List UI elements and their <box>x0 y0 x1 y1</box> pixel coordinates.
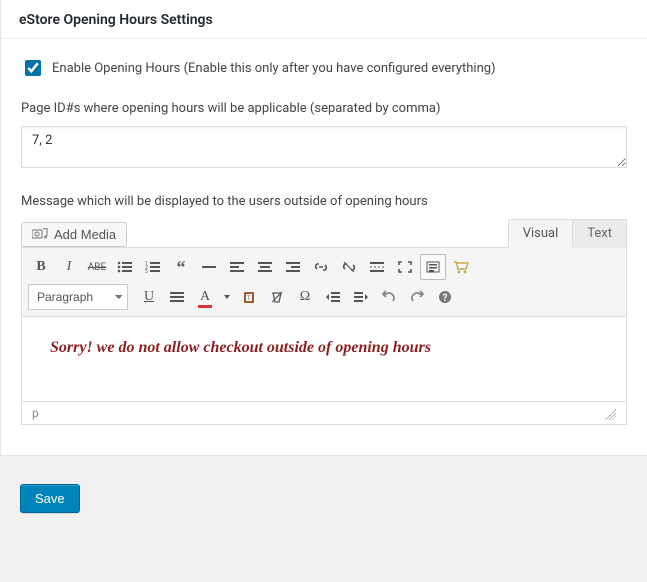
hr-icon[interactable] <box>196 254 222 280</box>
svg-text:?: ? <box>443 293 448 304</box>
fullscreen-icon[interactable] <box>392 254 418 280</box>
tab-visual-label: Visual <box>523 226 559 241</box>
panel-title: eStore Opening Hours Settings <box>1 0 647 39</box>
closed-message-text: Sorry! we do not allow checkout outside … <box>50 339 598 357</box>
svg-text:3: 3 <box>145 269 148 274</box>
underline-icon[interactable]: U <box>136 284 162 310</box>
settings-panel: eStore Opening Hours Settings Enable Ope… <box>0 0 647 456</box>
align-justify-icon[interactable] <box>164 284 190 310</box>
insert-more-icon[interactable] <box>364 254 390 280</box>
bold-icon[interactable]: B <box>28 254 54 280</box>
resize-grip-icon[interactable] <box>602 406 616 420</box>
outdent-icon[interactable] <box>320 284 346 310</box>
editor-content[interactable]: Sorry! we do not allow checkout outside … <box>21 316 627 402</box>
editor-statusbar: p <box>21 402 627 425</box>
add-media-button[interactable]: Add Media <box>21 222 127 247</box>
editor-head: Add Media Visual Text <box>21 219 627 247</box>
redo-icon[interactable] <box>404 284 430 310</box>
cart-icon[interactable] <box>448 254 474 280</box>
panel-body: Enable Opening Hours (Enable this only a… <box>1 39 647 447</box>
enable-row: Enable Opening Hours (Enable this only a… <box>21 57 627 79</box>
indent-icon[interactable] <box>348 284 374 310</box>
tab-visual[interactable]: Visual <box>508 219 574 248</box>
special-char-icon[interactable]: Ω <box>292 284 318 310</box>
save-button[interactable]: Save <box>20 484 80 513</box>
page-ids-label: Page ID#s where opening hours will be ap… <box>21 101 627 116</box>
text-color-icon[interactable]: A <box>192 284 218 310</box>
message-label: Message which will be displayed to the u… <box>21 194 627 209</box>
camera-music-icon <box>32 228 48 242</box>
paste-text-icon[interactable]: T <box>236 284 262 310</box>
tab-text[interactable]: Text <box>573 219 627 248</box>
clear-formatting-icon[interactable] <box>264 284 290 310</box>
blockquote-icon[interactable]: “ <box>168 254 194 280</box>
strikethrough-icon[interactable]: ABE <box>84 254 110 280</box>
text-color-dropdown-icon[interactable] <box>220 284 234 310</box>
italic-icon[interactable]: I <box>56 254 82 280</box>
align-right-icon[interactable] <box>280 254 306 280</box>
align-left-icon[interactable] <box>224 254 250 280</box>
svg-text:T: T <box>247 295 251 302</box>
element-path: p <box>32 406 39 420</box>
align-center-icon[interactable] <box>252 254 278 280</box>
editor-toolbar: B I ABE 123 “ <box>21 247 627 316</box>
unlink-icon[interactable] <box>336 254 362 280</box>
save-button-label: Save <box>35 491 65 506</box>
toolbar-row-1: B I ABE 123 “ <box>28 252 620 282</box>
editor: B I ABE 123 “ <box>21 247 627 425</box>
enable-checkbox[interactable] <box>25 60 41 76</box>
link-icon[interactable] <box>308 254 334 280</box>
tab-text-label: Text <box>587 226 612 241</box>
enable-label: Enable Opening Hours (Enable this only a… <box>52 61 496 76</box>
page-ids-row: Page ID#s where opening hours will be ap… <box>21 101 627 172</box>
undo-icon[interactable] <box>376 284 402 310</box>
add-media-label: Add Media <box>54 227 116 242</box>
toolbar-toggle-icon[interactable] <box>420 254 446 280</box>
help-icon[interactable]: ? <box>432 284 458 310</box>
toolbar-row-2: Paragraph U A T Ω ? <box>28 282 620 312</box>
message-row: Message which will be displayed to the u… <box>21 194 627 425</box>
numbered-list-icon[interactable]: 123 <box>140 254 166 280</box>
format-select[interactable]: Paragraph <box>28 284 128 310</box>
page-ids-input[interactable]: 7, 2 <box>21 126 627 168</box>
editor-tabs: Visual Text <box>508 219 627 248</box>
bullet-list-icon[interactable] <box>112 254 138 280</box>
